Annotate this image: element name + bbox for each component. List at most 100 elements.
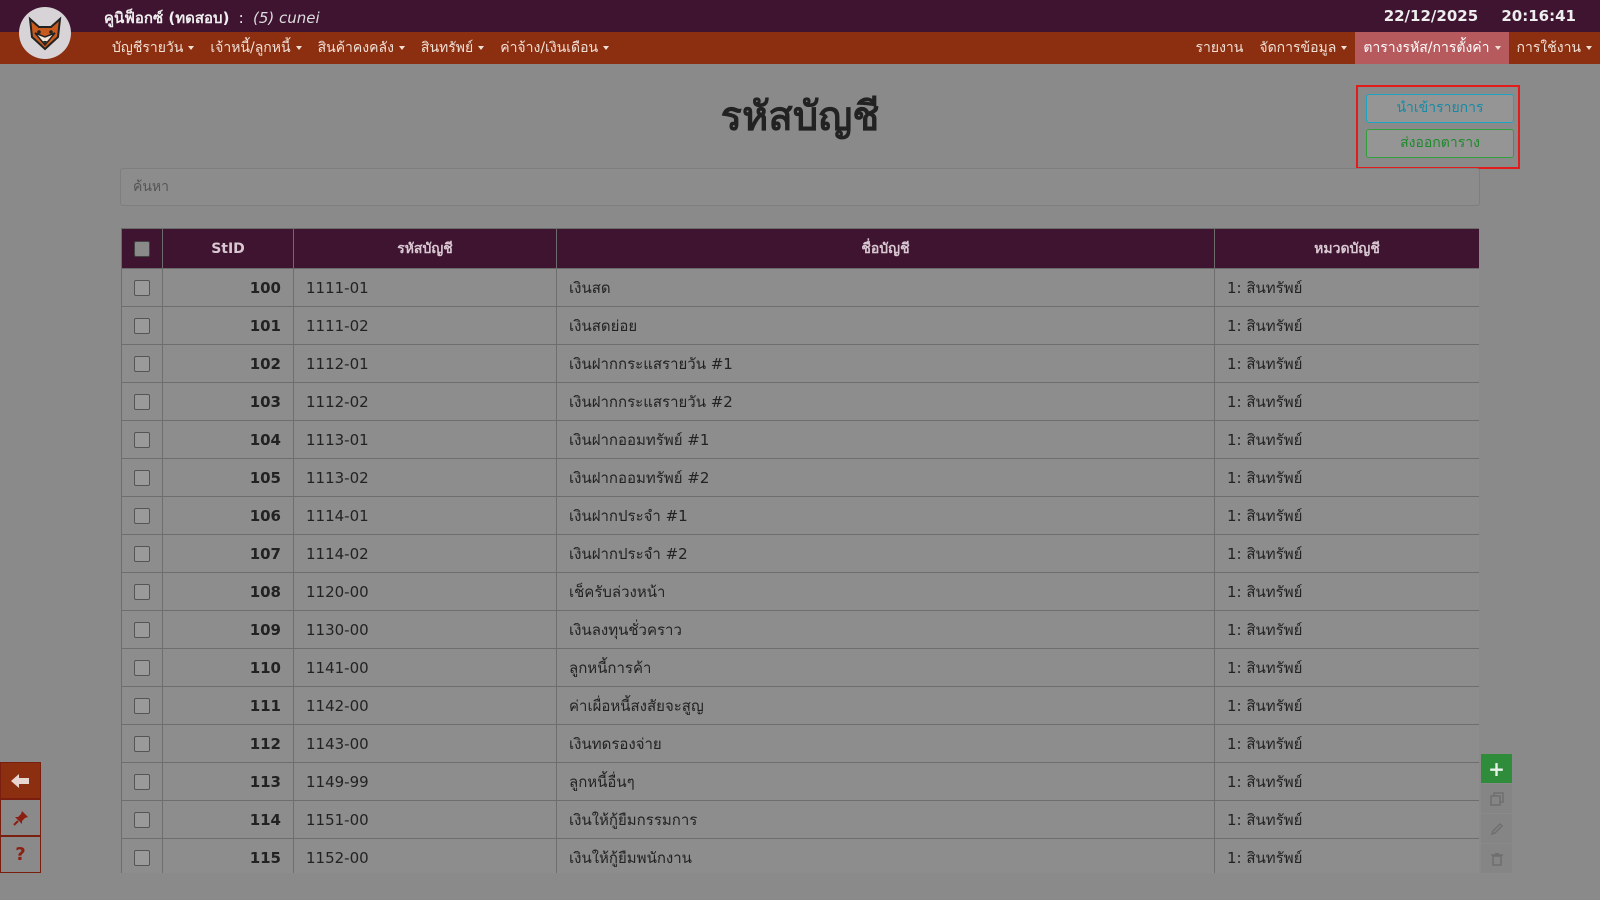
cell-account-code: 1113-02 [293,458,557,497]
cell-account-code: 1130-00 [293,610,557,649]
row-checkbox[interactable] [134,546,150,562]
row-checkbox[interactable] [134,394,150,410]
menu-data-management[interactable]: จัดการข้อมูล [1251,32,1355,64]
arrow-left-icon[interactable] [0,762,41,799]
cell-stid: 114 [162,800,294,839]
cell-account-name: เงินฝากกระแสรายวัน #2 [556,382,1215,421]
row-checkbox[interactable] [134,470,150,486]
menu-assets[interactable]: สินทรัพย์ [413,32,492,64]
table-row[interactable]: 110 1141-00 ลูกหนี้การค้า 1: สินทรัพย์ [121,648,1479,687]
row-checkbox-cell[interactable] [121,344,163,383]
menu-daily-journal[interactable]: บัญชีรายวัน [104,32,202,64]
row-checkbox-cell[interactable] [121,686,163,725]
cell-account-name: เงินฝากกระแสรายวัน #1 [556,344,1215,383]
table-row[interactable]: 113 1149-99 ลูกหนี้อื่นๆ 1: สินทรัพย์ [121,762,1479,801]
row-checkbox[interactable] [134,660,150,676]
trash-icon[interactable] [1481,844,1512,873]
row-checkbox[interactable] [134,584,150,600]
table-row[interactable]: 107 1114-02 เงินฝากประจำ #2 1: สินทรัพย์ [121,534,1479,573]
row-checkbox-cell[interactable] [121,420,163,459]
copy-icon[interactable] [1481,784,1512,813]
table-row[interactable]: 114 1151-00 เงินให้กู้ยืมกรรมการ 1: สินทรัพ… [121,800,1479,839]
menu-usage[interactable]: การใช้งาน [1509,32,1600,64]
table-row[interactable]: 115 1152-00 เงินให้กู้ยืมพนักงาน 1: สินทรัพ… [121,838,1479,873]
export-button[interactable]: ส่งออกตาราง [1366,129,1514,158]
table-row[interactable]: 103 1112-02 เงินฝากกระแสรายวัน #2 1: สินทรั… [121,382,1479,421]
row-checkbox-cell[interactable] [121,572,163,611]
cell-account-category: 1: สินทรัพย์ [1214,610,1479,649]
table-row[interactable]: 106 1114-01 เงินฝากประจำ #1 1: สินทรัพย์ [121,496,1479,535]
pin-icon[interactable] [0,799,41,836]
column-header-stid[interactable]: StID [162,228,294,269]
cell-account-category: 1: สินทรัพย์ [1214,534,1479,573]
row-checkbox[interactable] [134,698,150,714]
table-row[interactable]: 111 1142-00 ค่าเผื่อหนี้สงสัยจะสูญ 1: สินทร… [121,686,1479,725]
column-header-account-code[interactable]: รหัสบัญชี [293,228,557,269]
cell-account-code: 1149-99 [293,762,557,801]
select-all-checkbox[interactable] [134,240,150,257]
row-checkbox-cell[interactable] [121,724,163,763]
accounts-table-container[interactable]: StID รหัสบัญชี ชื่อบัญชี หมวดบัญชี 100 11… [121,228,1479,873]
row-checkbox-cell[interactable] [121,610,163,649]
table-row[interactable]: 100 1111-01 เงินสด 1: สินทรัพย์ [121,268,1479,307]
cell-account-name: ค่าเผื่อหนี้สงสัยจะสูญ [556,686,1215,725]
cell-stid: 112 [162,724,294,763]
search-input[interactable]: ค้นหา [120,168,1480,206]
cell-account-name: ลูกหนี้อื่นๆ [556,762,1215,801]
row-checkbox[interactable] [134,356,150,372]
pencil-icon[interactable] [1481,814,1512,843]
table-row[interactable]: 101 1111-02 เงินสดย่อย 1: สินทรัพย์ [121,306,1479,345]
row-checkbox-cell[interactable] [121,306,163,345]
row-checkbox-cell[interactable] [121,534,163,573]
right-toolbar: + [1481,754,1512,874]
row-checkbox-cell[interactable] [121,648,163,687]
app-name: คูนิฟ็อกซ์ (ทดสอบ) [104,9,230,27]
row-checkbox-cell[interactable] [121,800,163,839]
row-checkbox-cell[interactable] [121,496,163,535]
row-checkbox[interactable] [134,280,150,296]
cell-account-category: 1: สินทรัพย์ [1214,344,1479,383]
table-row[interactable]: 112 1143-00 เงินทดรองจ่าย 1: สินทรัพย์ [121,724,1479,763]
import-button[interactable]: นำเข้ารายการ [1366,94,1514,123]
column-header-account-name[interactable]: ชื่อบัญชี [556,228,1215,269]
column-header-account-category[interactable]: หมวดบัญชี [1214,228,1479,269]
select-all-checkbox-cell[interactable] [121,228,163,269]
row-checkbox[interactable] [134,318,150,334]
table-row[interactable]: 105 1113-02 เงินฝากออมทรัพย์ #2 1: สินทรัพย… [121,458,1479,497]
row-checkbox[interactable] [134,812,150,828]
row-checkbox[interactable] [134,622,150,638]
row-checkbox[interactable] [134,508,150,524]
menu-reports[interactable]: รายงาน [1188,32,1252,64]
row-checkbox-cell[interactable] [121,268,163,307]
table-row[interactable]: 109 1130-00 เงินลงทุนชั่วคราว 1: สินทรัพย์ [121,610,1479,649]
menu-payroll[interactable]: ค่าจ้าง/เงินเดือน [492,32,617,64]
cell-account-name: เงินฝากออมทรัพย์ #2 [556,458,1215,497]
menu-payables-receivables[interactable]: เจ้าหนี้/ลูกหนี้ [202,32,309,64]
menu-code-tables-settings[interactable]: ตารางรหัส/การตั้งค่า [1355,32,1509,64]
row-checkbox-cell[interactable] [121,762,163,801]
current-user: (5) cunei [252,9,320,27]
cell-account-code: 1111-02 [293,306,557,345]
row-checkbox-cell[interactable] [121,382,163,421]
cell-stid: 102 [162,344,294,383]
menu-inventory[interactable]: สินค้าคงคลัง [310,32,413,64]
table-row[interactable]: 108 1120-00 เช็ครับล่วงหน้า 1: สินทรัพย์ [121,572,1479,611]
cell-account-code: 1112-02 [293,382,557,421]
table-row[interactable]: 104 1113-01 เงินฝากออมทรัพย์ #1 1: สินทรัพย… [121,420,1479,459]
fox-logo-icon[interactable] [19,7,71,59]
cell-account-category: 1: สินทรัพย์ [1214,762,1479,801]
row-checkbox-cell[interactable] [121,838,163,873]
row-checkbox[interactable] [134,850,150,866]
cell-account-code: 1114-02 [293,534,557,573]
table-row[interactable]: 102 1112-01 เงินฝากกระแสรายวัน #1 1: สินทรั… [121,344,1479,383]
cell-stid: 100 [162,268,294,307]
menu-right: รายงาน จัดการข้อมูล ตารางรหัส/การตั้งค่า… [1188,32,1600,64]
row-checkbox[interactable] [134,736,150,752]
plus-icon[interactable]: + [1481,754,1512,783]
row-checkbox-cell[interactable] [121,458,163,497]
row-checkbox[interactable] [134,774,150,790]
question-icon[interactable]: ? [0,836,41,873]
main-menu-bar: บัญชีรายวัน เจ้าหนี้/ลูกหนี้ สินค้าคงคลั… [0,32,1600,64]
row-checkbox[interactable] [134,432,150,448]
cell-account-category: 1: สินทรัพย์ [1214,724,1479,763]
